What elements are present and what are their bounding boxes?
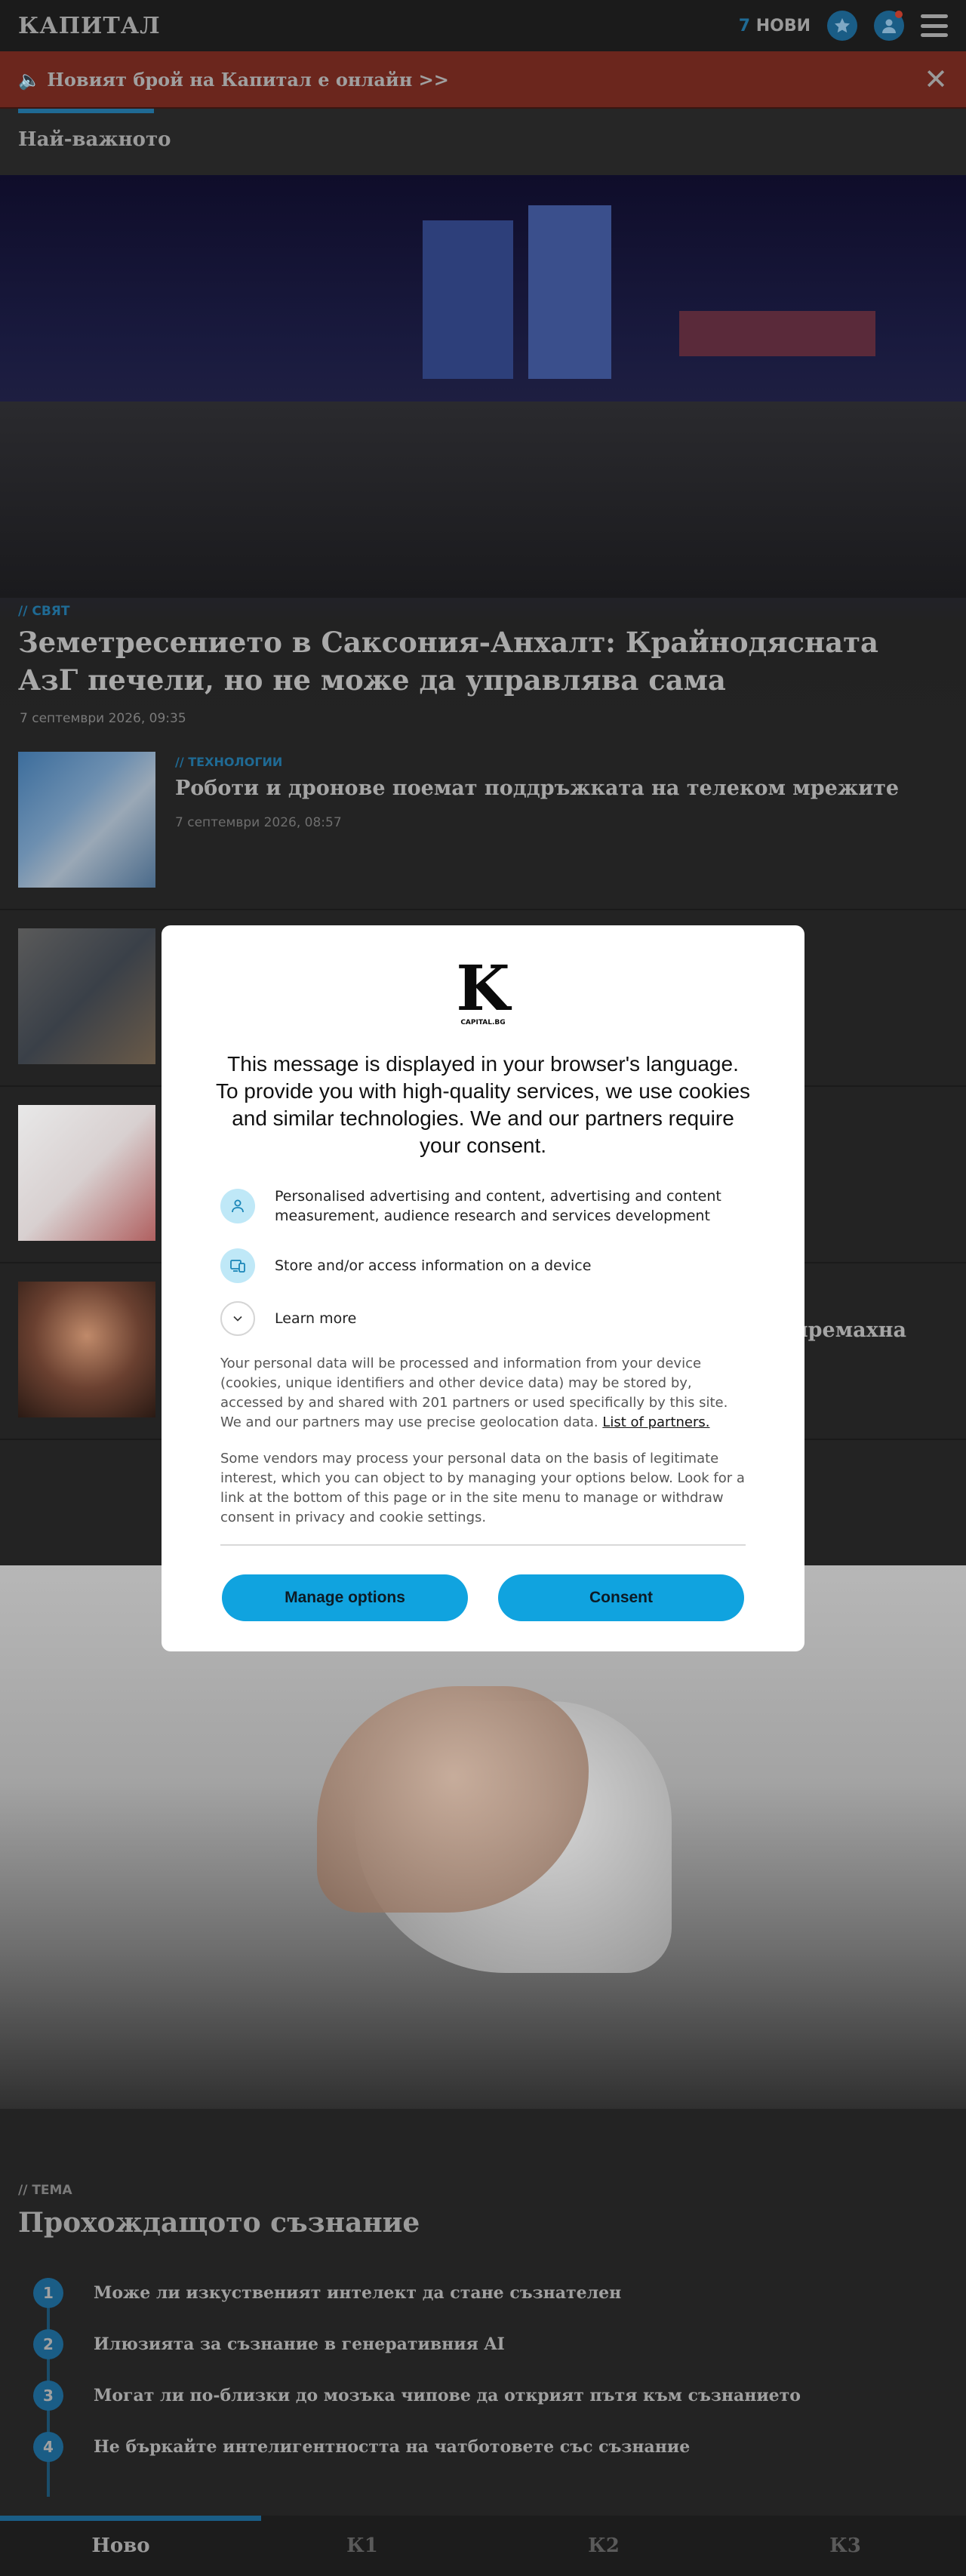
header-actions: 7 НОВИ [739, 11, 948, 41]
devices-icon [220, 1248, 255, 1283]
article-thumbnail[interactable] [18, 1105, 155, 1241]
active-tab-indicator [0, 2516, 261, 2521]
close-icon[interactable]: ✕ [924, 65, 948, 94]
hero-image-stage [528, 205, 611, 379]
account-button[interactable] [874, 11, 904, 41]
hamburger-icon [921, 14, 948, 18]
manage-options-button[interactable]: Manage options [222, 1574, 468, 1621]
topic-number: 4 [33, 2432, 63, 2462]
topic-link[interactable]: Не бъркайте интелигентността на чатботов… [94, 2437, 690, 2457]
hero-image-stage [423, 220, 513, 379]
site-logo[interactable]: КАПИТАЛ [18, 13, 161, 39]
person-icon [220, 1189, 255, 1223]
article-category[interactable]: // ТЕХНОЛОГИИ [175, 755, 282, 769]
hero-image-crowd [0, 402, 966, 598]
article-date: 7 септември 2026, 08:57 [175, 815, 342, 830]
menu-button[interactable] [921, 14, 948, 37]
topic-link[interactable]: Може ли изкуственият интелект да стане с… [94, 2283, 621, 2303]
star-icon [835, 18, 850, 33]
purpose-text: Personalised advertising and content, ad… [275, 1188, 721, 1224]
topic-number: 3 [33, 2381, 63, 2411]
chevron-down-icon [220, 1301, 255, 1336]
section-title: Най-важното [18, 128, 171, 151]
hero-category[interactable]: // СВЯТ [18, 604, 69, 619]
topic-number: 1 [33, 2278, 63, 2308]
article-thumbnail[interactable] [18, 928, 155, 1064]
logo-domain: CAPITAL.BG [460, 1019, 506, 1026]
notification-dot [895, 11, 903, 18]
site-header: КАПИТАЛ 7 НОВИ [0, 0, 966, 51]
hero-article[interactable]: // СВЯТ Земетресението в Саксония-Анхалт… [0, 175, 966, 734]
new-label: НОВИ [755, 16, 811, 35]
hero-image-stage [679, 311, 875, 356]
topic-title[interactable]: Прохождащото съзнание [18, 2207, 420, 2239]
consent-dialog: K CAPITAL.BG This message is displayed i… [162, 925, 804, 1651]
list-item[interactable]: // ТЕХНОЛОГИИ Роботи и дронове поемат по… [0, 734, 966, 910]
tab-k3[interactable]: К3 [724, 2516, 966, 2576]
divider [220, 1544, 746, 1546]
article-title[interactable]: Роботи и дронове поемат поддръжката на т… [175, 774, 945, 803]
list-item[interactable]: 2 Илюзията за съзнание в генеративния AI [33, 2329, 505, 2359]
consent-body-1: Your personal data will be processed and… [220, 1354, 746, 1433]
topic-link[interactable]: Илюзията за съзнание в генеративния AI [94, 2334, 505, 2354]
topic-number: 2 [33, 2329, 63, 2359]
favorites-button[interactable] [827, 11, 857, 41]
logo-letter: K [456, 953, 510, 1025]
hero-date: 7 септември 2026, 09:35 [20, 711, 186, 726]
list-item[interactable]: 4 Не бъркайте интелигентността на чатбот… [33, 2432, 690, 2462]
list-item[interactable]: 1 Може ли изкуственият интелект да стане… [33, 2278, 621, 2308]
purpose-item[interactable]: Personalised advertising and content, ad… [220, 1186, 743, 1226]
topic-link[interactable]: Могат ли по-близки до мозъка чипове да о… [94, 2386, 801, 2405]
topic-section: // ТЕМА Прохождащото съзнание 1 Може ли … [0, 2109, 966, 2516]
learn-more-button[interactable]: Learn more [220, 1301, 356, 1336]
purpose-item[interactable]: Store and/or access information on a dev… [220, 1248, 591, 1283]
bottom-navigation: Ново К1 К2 К3 [0, 2516, 966, 2576]
promo-banner[interactable]: 🔈 Новият брой на Капитал е онлайн >> ✕ [0, 51, 966, 109]
topic-category[interactable]: // ТЕМА [18, 2183, 72, 2198]
section-header: Най-важното [0, 109, 966, 175]
tab-k1[interactable]: К1 [242, 2516, 483, 2576]
consent-button[interactable]: Consent [498, 1574, 744, 1621]
new-count: 7 [738, 16, 751, 35]
list-item[interactable]: 3 Могат ли по-близки до мозъка чипове да… [33, 2381, 801, 2411]
article-thumbnail[interactable] [18, 752, 155, 888]
consent-body-2: Some vendors may process your personal d… [220, 1451, 745, 1525]
tab-k2[interactable]: К2 [483, 2516, 724, 2576]
partners-link[interactable]: List of partners. [602, 1414, 709, 1430]
learn-more-label: Learn more [275, 1310, 357, 1327]
new-articles-counter[interactable]: 7 НОВИ [739, 17, 811, 35]
section-indicator [18, 109, 154, 113]
tab-novo[interactable]: Ново [0, 2516, 242, 2576]
user-icon [882, 19, 896, 33]
capital-logo: K CAPITAL.BG [456, 953, 510, 1026]
hero-title[interactable]: Земетресението в Саксония-Анхалт: Крайно… [18, 623, 939, 699]
article-thumbnail[interactable] [18, 1282, 155, 1417]
purpose-text: Store and/or access information on a dev… [275, 1257, 592, 1274]
consent-heading: This message is displayed in your browse… [215, 1052, 751, 1157]
promo-text[interactable]: 🔈 Новият брой на Капитал е онлайн >> [18, 69, 449, 91]
